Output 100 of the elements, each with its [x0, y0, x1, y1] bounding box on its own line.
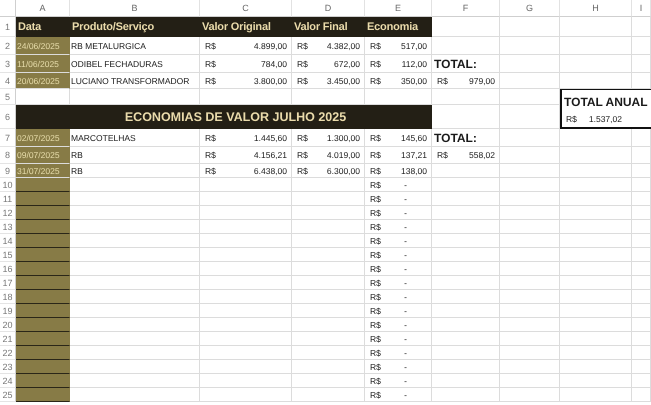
empty-cell: [632, 37, 651, 55]
currency-symbol: R$: [205, 76, 216, 86]
empty-cell: [500, 248, 560, 262]
currency-symbol: R$: [370, 362, 381, 372]
currency-symbol: R$: [370, 40, 381, 50]
column-header[interactable]: G: [500, 0, 560, 17]
empty-cell: [560, 360, 632, 374]
currency-symbol: R$: [370, 376, 381, 386]
empty-cell: [632, 262, 651, 276]
empty-cell: [632, 178, 651, 192]
empty-cell: [500, 105, 560, 129]
empty-cell: [632, 304, 651, 318]
empty-cell: [632, 17, 651, 37]
amount: -: [404, 306, 408, 316]
amount: -: [404, 208, 408, 218]
amount: -: [404, 236, 408, 246]
date-cell: [16, 290, 70, 304]
empty-cell: [500, 360, 560, 374]
empty-cell: [560, 129, 632, 147]
empty-cell: [632, 164, 651, 178]
empty-cell: [500, 192, 560, 206]
currency-symbol: R$: [370, 292, 381, 302]
row-header[interactable]: 5: [0, 89, 16, 105]
date-cell: [16, 346, 70, 360]
currency-symbol: R$: [370, 390, 381, 400]
table-cell: LUCIANO TRANSFORMADOR: [70, 73, 200, 89]
amount: -: [404, 376, 408, 386]
currency-symbol: R$: [370, 334, 381, 344]
empty-cell: [500, 220, 560, 234]
amount: 517,00: [401, 40, 427, 50]
date-cell: [16, 374, 70, 388]
amount: 1.445,60: [254, 132, 287, 142]
currency-symbol: R$: [297, 40, 308, 50]
date-cell: [16, 178, 70, 192]
empty-cell: [500, 262, 560, 276]
date-cell: [16, 192, 70, 206]
annual-total-label: TOTAL ANUAL: [563, 94, 649, 110]
empty-cell: [560, 388, 632, 402]
empty-cell: [500, 374, 560, 388]
empty-cell: [632, 388, 651, 402]
total-label: TOTAL:: [432, 55, 500, 73]
amount: -: [404, 278, 408, 288]
date-cell: [16, 332, 70, 346]
currency-symbol: R$: [297, 58, 308, 68]
amount: 4.899,00: [254, 40, 287, 50]
currency-symbol: R$: [205, 132, 216, 142]
currency-symbol: R$: [205, 150, 216, 160]
empty-cell: [560, 262, 632, 276]
date-cell: [16, 276, 70, 290]
date-cell: [16, 388, 70, 402]
empty-cell: [632, 374, 651, 388]
amount: -: [404, 250, 408, 260]
amount: 112,00: [402, 58, 427, 68]
empty-cell: [632, 276, 651, 290]
currency-symbol: R$: [370, 320, 381, 330]
empty-cell: [560, 332, 632, 346]
column-header[interactable]: I: [632, 0, 651, 17]
empty-cell: [500, 17, 560, 37]
currency-symbol: R$: [205, 58, 216, 68]
empty-cell: [632, 55, 651, 73]
banner-title: ECONOMIAS DE VALOR JULHO 2025: [16, 105, 432, 129]
date-cell: [16, 234, 70, 248]
empty-cell: [560, 37, 632, 55]
date-cell: [16, 262, 70, 276]
currency-symbol: R$: [297, 76, 308, 86]
empty-cell: [560, 206, 632, 220]
total-label: TOTAL:: [432, 129, 500, 147]
amount: -: [404, 362, 408, 372]
empty-cell: [560, 318, 632, 332]
amount: 4.156,21: [254, 150, 287, 160]
header-cell: Data: [16, 17, 70, 37]
empty-cell: [560, 248, 632, 262]
amount: 784,00: [261, 58, 287, 68]
amount: -: [404, 334, 408, 344]
empty-cell: [500, 332, 560, 346]
empty-cell: [632, 129, 651, 147]
amount: 672,00: [334, 58, 360, 68]
empty-cell: [632, 220, 651, 234]
amount: 1.300,00: [326, 132, 360, 142]
empty-cell: [632, 234, 651, 248]
column-header[interactable]: F: [432, 0, 500, 17]
empty-cell: [500, 89, 560, 105]
table-cell: RB: [70, 164, 200, 178]
select-all-corner[interactable]: [0, 0, 16, 17]
currency-symbol: R$: [297, 132, 308, 142]
empty-cell: [560, 346, 632, 360]
empty-cell: [560, 290, 632, 304]
empty-cell: [500, 164, 560, 178]
currency-symbol: R$: [370, 58, 381, 68]
currency-symbol: R$: [370, 222, 381, 232]
empty-cell: [500, 346, 560, 360]
amount: -: [404, 292, 408, 302]
date-cell: [16, 360, 70, 374]
column-header[interactable]: H: [560, 0, 632, 17]
date-cell: [16, 304, 70, 318]
amount: 350,00: [401, 76, 427, 86]
currency-symbol: R$: [370, 194, 381, 204]
currency-symbol: R$: [370, 250, 381, 260]
empty-cell: [560, 55, 632, 73]
amount: -: [404, 194, 408, 204]
